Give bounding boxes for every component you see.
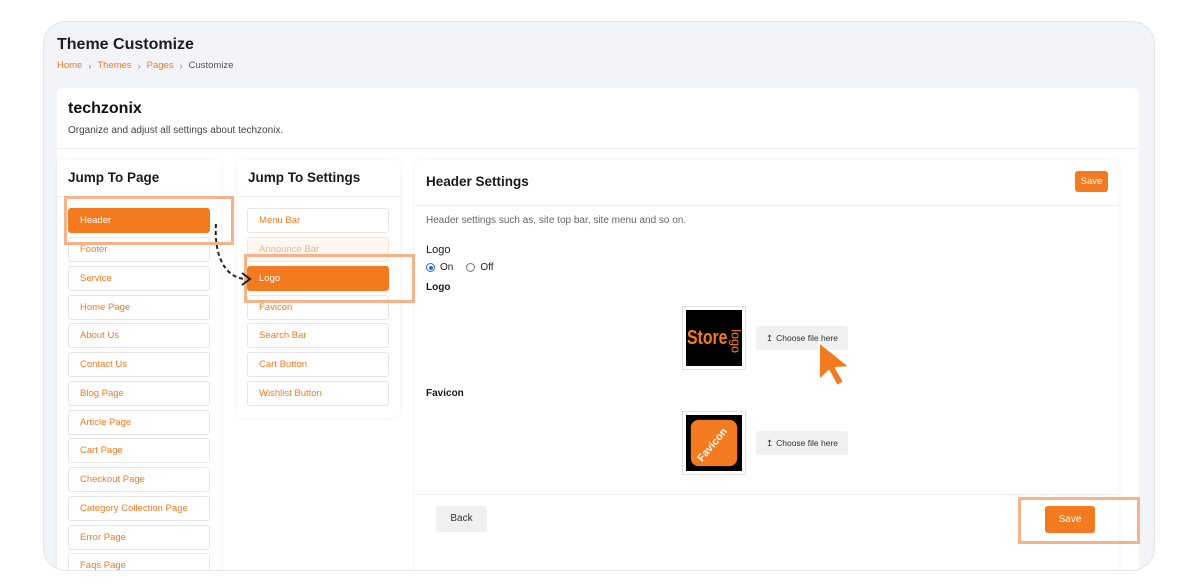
page-nav-header[interactable]: Header xyxy=(68,208,210,233)
logo-field-label: Logo xyxy=(426,282,451,293)
save-button-top[interactable]: Save xyxy=(1075,171,1108,192)
logo-on-radio[interactable] xyxy=(426,263,435,272)
svg-text:logo: logo xyxy=(728,329,742,353)
page-nav-error-page[interactable]: Error Page xyxy=(68,525,210,550)
page-nav-service[interactable]: Service xyxy=(68,266,210,291)
page-nav-cart-page[interactable]: Cart Page xyxy=(68,438,210,463)
page-nav-article-page[interactable]: Article Page xyxy=(68,410,210,435)
settings-nav-menu-bar[interactable]: Menu Bar xyxy=(247,208,389,233)
settings-nav-cart-button[interactable]: Cart Button xyxy=(247,352,389,377)
logo-off-label: Off xyxy=(480,262,494,273)
jump-to-page-title: Jump To Page xyxy=(68,170,160,185)
settings-nav-favicon[interactable]: Favicon xyxy=(247,295,389,320)
page-nav-footer[interactable]: Footer xyxy=(68,237,210,262)
logo-off-radio[interactable] xyxy=(466,263,476,272)
page-nav-blog-page[interactable]: Blog Page xyxy=(68,381,210,406)
breadcrumb-current: Customize xyxy=(188,60,234,71)
logo-toggle-label: Logo xyxy=(426,244,451,256)
breadcrumb-themes[interactable]: Themes xyxy=(97,60,131,71)
app-window: Theme Customize Home › Themes › Pages › … xyxy=(44,22,1154,570)
dashed-arrow-icon xyxy=(214,223,252,286)
logo-preview-image: Store logo xyxy=(682,306,746,370)
svg-text:Store: Store xyxy=(687,327,728,349)
settings-nav-logo[interactable]: Logo xyxy=(247,266,389,291)
chevron-right-icon: › xyxy=(88,60,92,71)
header-settings-title: Header Settings xyxy=(426,174,529,189)
breadcrumb-pages[interactable]: Pages xyxy=(147,60,174,71)
save-button-bottom[interactable]: Save xyxy=(1045,506,1095,533)
jump-to-settings-title: Jump To Settings xyxy=(248,170,361,185)
jump-to-page-panel: Jump To Page Header Footer Service Home … xyxy=(57,160,221,570)
cursor-pointer-icon xyxy=(818,341,851,387)
settings-nav-announce-bar[interactable]: Announce Bar xyxy=(247,237,389,262)
page-nav-home-page[interactable]: Home Page xyxy=(68,295,210,320)
page-nav-category-collection-page[interactable]: Category Collection Page xyxy=(68,496,210,521)
favicon-preview-image: Favicon xyxy=(682,411,746,475)
theme-description: Organize and adjust all settings about t… xyxy=(68,125,284,136)
settings-nav-wishlist-button[interactable]: Wishlist Button xyxy=(247,381,389,406)
back-button[interactable]: Back xyxy=(436,506,487,532)
favicon-image: Favicon xyxy=(686,415,742,471)
theme-name: techzonix xyxy=(68,100,142,117)
settings-nav-search-bar[interactable]: Search Bar xyxy=(247,323,389,348)
header-settings-description: Header settings such as, site top bar, s… xyxy=(426,215,687,226)
header-settings-panel: Header Settings Save Header settings suc… xyxy=(415,160,1119,570)
page-title: Theme Customize xyxy=(57,36,194,53)
page-nav-about-us[interactable]: About Us xyxy=(68,323,210,348)
page-nav-checkout-page[interactable]: Checkout Page xyxy=(68,467,210,492)
divider xyxy=(57,148,1139,149)
store-logo-image: Store logo xyxy=(686,310,742,366)
chevron-right-icon: › xyxy=(179,60,183,71)
favicon-choose-file-button[interactable]: ↥ Choose file here xyxy=(756,431,848,455)
breadcrumb: Home › Themes › Pages › Customize xyxy=(57,60,233,71)
favicon-field-label: Favicon xyxy=(426,388,464,399)
logo-toggle-group: On Off xyxy=(426,262,494,273)
divider xyxy=(57,196,221,197)
theme-card: techzonix Organize and adjust all settin… xyxy=(57,88,1139,570)
page-nav-contact-us[interactable]: Contact Us xyxy=(68,352,210,377)
divider xyxy=(415,205,1119,206)
upload-icon: ↥ xyxy=(765,332,774,343)
upload-icon: ↥ xyxy=(765,437,774,448)
chevron-right-icon: › xyxy=(137,60,141,71)
page-nav-faqs-page[interactable]: Faqs Page xyxy=(68,553,210,570)
logo-on-label: On xyxy=(440,262,454,273)
divider xyxy=(415,494,1119,495)
favicon-choose-file-label: Choose file here xyxy=(776,438,839,448)
breadcrumb-home[interactable]: Home xyxy=(57,60,82,71)
divider xyxy=(237,196,400,197)
